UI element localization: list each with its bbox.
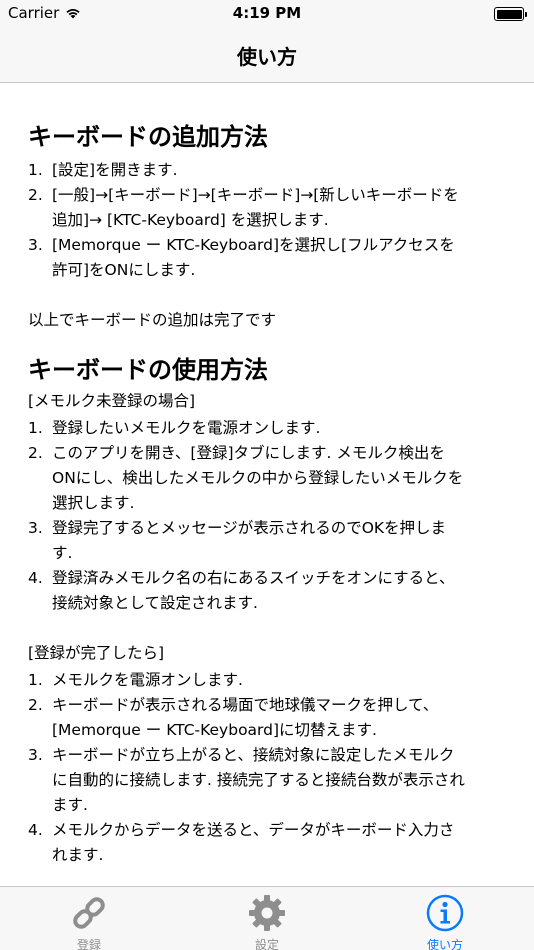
step-text: キーボードが立ち上がると、接続対象に設定したメモルク に自動的に接続します. 接…: [52, 746, 465, 814]
step-number: 1.: [28, 671, 43, 689]
tab-register[interactable]: 登録: [0, 887, 178, 950]
step-number: 2.: [28, 696, 43, 714]
add-keyboard-steps: 1. [設定]を開きます. 2. [一般]→[キーボード]→[キーボード]→[新…: [28, 158, 510, 283]
step-number: 4.: [28, 569, 43, 587]
list-item: 2. キーボードが表示される場面で地球儀マークを押して、 [Memorque ー…: [28, 693, 510, 743]
step-number: 3.: [28, 519, 43, 537]
step-number: 4.: [28, 821, 43, 839]
step-text: メモルクからデータを送ると、データがキーボード入力さ れます.: [52, 821, 455, 864]
list-item: 4. 登録済みメモルク名の右にあるスイッチをオンにすると、 接続対象として設定さ…: [28, 566, 510, 616]
section-title-use-keyboard: キーボードの使用方法: [28, 356, 268, 384]
tab-how-to-use[interactable]: 使い方: [356, 887, 534, 950]
list-item: 4. メモルクからデータを送ると、データがキーボード入力さ れます.: [28, 818, 510, 868]
registered-steps: 1. メモルクを電源オンします. 2. キーボードが表示される場面で地球儀マーク…: [28, 668, 510, 868]
list-item: 1. 登録したいメモルクを電源オンします.: [28, 416, 510, 441]
tab-label: 使い方: [426, 938, 463, 950]
gear-icon: [247, 893, 287, 933]
info-icon: [425, 893, 465, 933]
step-text: 登録完了するとメッセージが表示されるのでOKを押しま す.: [52, 519, 447, 562]
navigation-bar: 使い方: [0, 28, 534, 83]
step-text: [設定]を開きます.: [52, 161, 178, 179]
step-text: メモルクを電源オンします.: [52, 671, 243, 689]
step-text: [一般]→[キーボード]→[キーボード]→[新しいキーボードを 追加]→ [KT…: [52, 186, 459, 229]
list-item: 3. 登録完了するとメッセージが表示されるのでOKを押しま す.: [28, 516, 510, 566]
unregistered-steps: 1. 登録したいメモルクを電源オンします. 2. このアプリを開き、[登録]タブ…: [28, 416, 510, 616]
tab-settings[interactable]: 設定: [178, 887, 356, 950]
section-title-add-keyboard: キーボードの追加方法: [28, 123, 268, 151]
step-number: 3.: [28, 746, 43, 764]
step-number: 3.: [28, 236, 43, 254]
tab-label: 登録: [76, 938, 101, 950]
instructions-content[interactable]: キーボードの追加方法 1. [設定]を開きます. 2. [一般]→[キーボード]…: [0, 84, 534, 886]
list-item: 3. [Memorque ー KTC-Keyboard]を選択し[フルアクセスを…: [28, 233, 510, 283]
step-text: 登録済みメモルク名の右にあるスイッチをオンにすると、 接続対象として設定されます…: [52, 569, 455, 612]
step-number: 1.: [28, 161, 43, 179]
step-text: キーボードが表示される場面で地球儀マークを押して、 [Memorque ー KT…: [52, 696, 439, 739]
list-item: 1. メモルクを電源オンします.: [28, 668, 510, 693]
status-time: 4:19 PM: [232, 4, 302, 22]
step-number: 2.: [28, 186, 43, 204]
list-item: 3. キーボードが立ち上がると、接続対象に設定したメモルク に自動的に接続します…: [28, 743, 510, 818]
link-icon: [69, 893, 109, 933]
status-bar: Carrier 4:19 PM: [0, 0, 534, 28]
step-number: 1.: [28, 419, 43, 437]
page-title: 使い方: [237, 45, 297, 69]
step-number: 2.: [28, 444, 43, 462]
step-text: 登録したいメモルクを電源オンします.: [52, 419, 321, 437]
list-item: 1. [設定]を開きます.: [28, 158, 510, 183]
step-text: [Memorque ー KTC-Keyboard]を選択し[フルアクセスを 許可…: [52, 236, 455, 279]
tab-label: 設定: [254, 938, 279, 950]
tab-bar: 登録 設定 使い方: [0, 886, 534, 950]
subsection-heading-registered: [登録が完了したら]: [28, 644, 165, 662]
list-item: 2. このアプリを開き、[登録]タブにします. メモルク検出を ONにし、検出し…: [28, 441, 510, 516]
list-item: 2. [一般]→[キーボード]→[キーボード]→[新しいキーボードを 追加]→ …: [28, 183, 510, 233]
step-text: このアプリを開き、[登録]タブにします. メモルク検出を ONにし、検出したメモ…: [52, 444, 464, 512]
completion-note: 以上でキーボードの追加は完了です: [28, 311, 277, 329]
subsection-heading-unregistered: [メモルク未登録の場合]: [28, 392, 196, 410]
battery-icon: [494, 7, 527, 21]
